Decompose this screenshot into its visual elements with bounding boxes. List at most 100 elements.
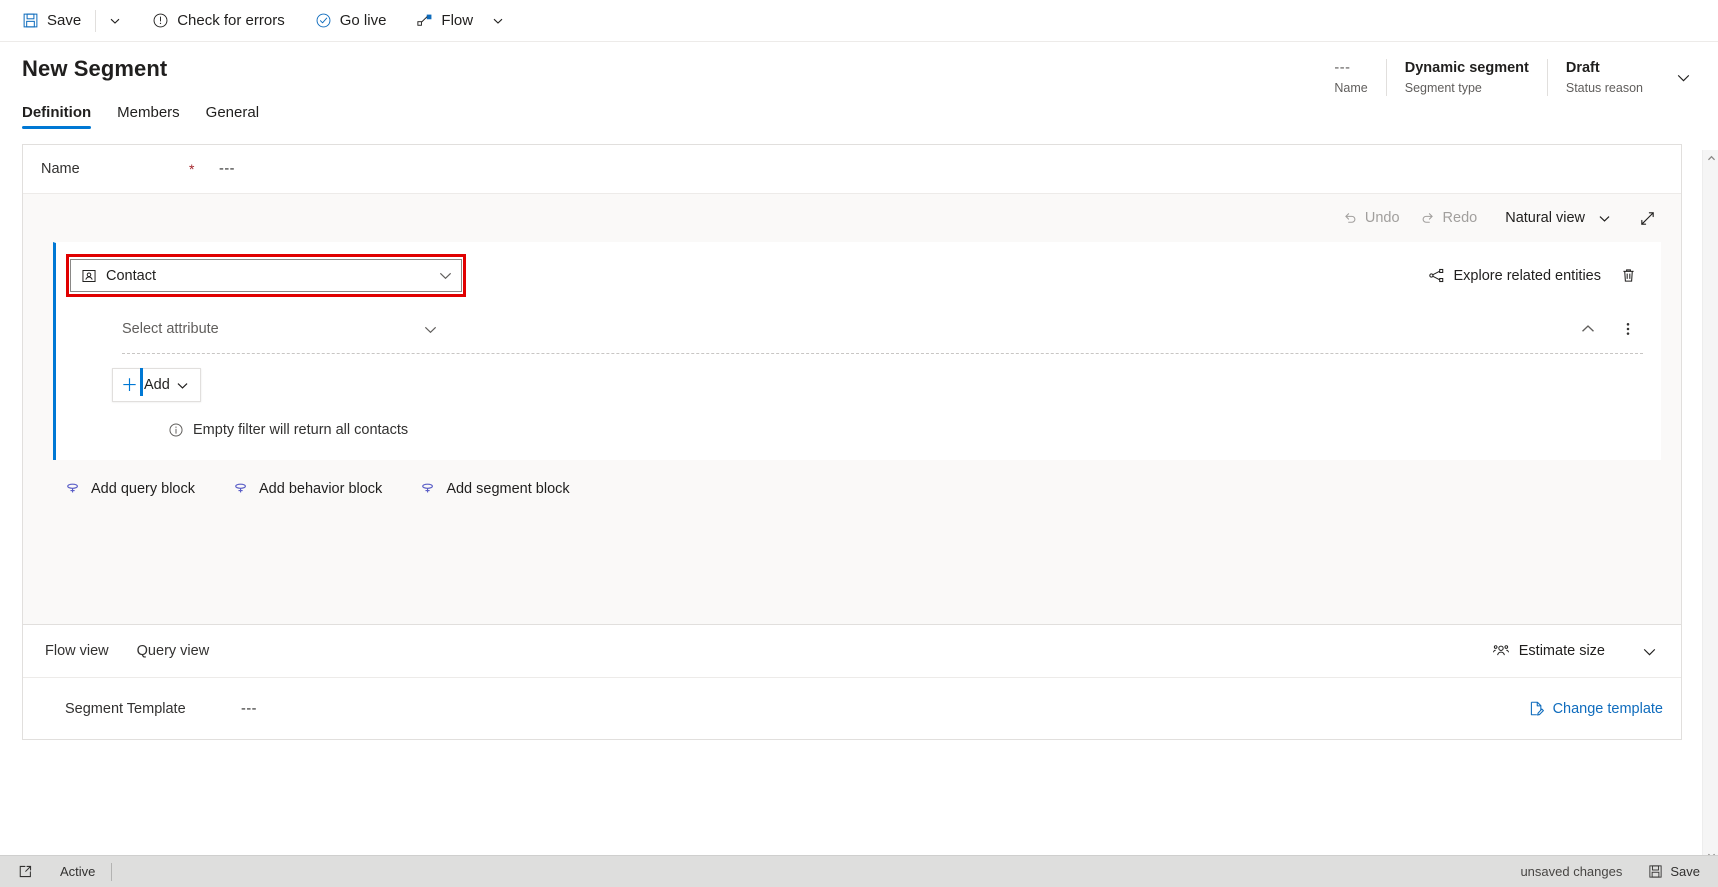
contact-entity-icon (81, 268, 97, 284)
save-icon (22, 12, 39, 29)
segment-editor-page: Save Check for errors Go live Flow New S… (0, 0, 1718, 887)
chevron-down-icon (438, 268, 453, 283)
tab-members[interactable]: Members (117, 104, 180, 129)
add-segment-block-button[interactable]: Add segment block (420, 480, 570, 497)
name-field-row: Name * --- (23, 145, 1681, 194)
flow-view-tab[interactable]: Flow view (45, 643, 109, 659)
chevron-down-icon (1598, 212, 1611, 225)
header-segment-type-value: Dynamic segment (1404, 60, 1529, 76)
status-bar: Active unsaved changes Save (0, 855, 1718, 887)
scroll-up-button[interactable] (1703, 150, 1718, 166)
command-bar: Save Check for errors Go live Flow (0, 0, 1718, 42)
estimate-size-button[interactable]: Estimate size (1486, 638, 1611, 664)
tab-definition[interactable]: Definition (22, 104, 92, 129)
view-mode-label: Natural view (1505, 210, 1585, 226)
header-field-status-reason: Draft Status reason (1546, 59, 1661, 96)
chevron-down-icon (176, 379, 189, 392)
save-button-label: Save (47, 12, 82, 29)
tab-strip: Definition Members General (0, 104, 1718, 140)
add-block-icon (420, 480, 437, 497)
redo-label: Redo (1442, 210, 1478, 226)
check-for-errors-button[interactable]: Check for errors (142, 1, 295, 41)
bottom-panel: Flow view Query view Estimate size Segme… (23, 624, 1681, 739)
entity-select[interactable]: Contact (70, 259, 462, 292)
command-bar-separator (95, 9, 97, 32)
status-bar-divider (111, 862, 113, 881)
vertical-scrollbar[interactable] (1702, 150, 1718, 863)
chevron-down-icon (1675, 69, 1692, 86)
segment-template-value: --- (241, 700, 257, 717)
name-field-label: Name (41, 161, 80, 177)
segment-template-row: Segment Template --- Change template (23, 677, 1681, 739)
status-bar-left: Active (10, 860, 113, 884)
redo-button[interactable]: Redo (1412, 202, 1486, 234)
empty-filter-hint-text: Empty filter will return all contacts (193, 422, 409, 438)
save-options-caret[interactable] (100, 1, 130, 41)
query-block-actions: Explore related entities (1422, 261, 1644, 291)
add-block-links: Add query block Add behavior block Add s… (23, 460, 1681, 497)
add-query-block-button[interactable]: Add query block (65, 480, 195, 497)
save-button[interactable]: Save (12, 1, 91, 41)
add-block-icon (233, 480, 250, 497)
name-field-value[interactable]: --- (219, 161, 235, 177)
people-icon (1492, 642, 1510, 660)
tab-general[interactable]: General (206, 104, 259, 129)
status-bar-save-button[interactable]: Save (1644, 864, 1704, 879)
record-state-label: Active (60, 864, 96, 879)
expand-canvas-button[interactable] (1631, 202, 1663, 234)
required-indicator: * (189, 161, 195, 177)
header-summary: --- Name Dynamic segment Segment type Dr… (1316, 56, 1698, 96)
chevron-down-icon (423, 322, 438, 337)
flow-button[interactable]: Flow (406, 1, 483, 41)
go-live-button[interactable]: Go live (305, 1, 397, 41)
change-template-button[interactable]: Change template (1528, 700, 1663, 717)
page-title: New Segment (22, 56, 168, 81)
flow-options-caret[interactable] (483, 1, 513, 41)
collapse-attribute-button[interactable] (1573, 314, 1603, 344)
add-condition-zone: ＋ Add Empty filter will return all conta… (56, 368, 1661, 438)
chevron-up-icon (1580, 321, 1596, 337)
add-condition-button[interactable]: ＋ Add (112, 368, 201, 402)
edit-page-icon (1528, 700, 1545, 717)
view-switch-row: Flow view Query view Estimate size (23, 625, 1681, 677)
status-bar-right: unsaved changes Save (1520, 864, 1704, 879)
add-behavior-block-button[interactable]: Add behavior block (233, 480, 382, 497)
segment-template-label: Segment Template (65, 700, 186, 717)
exclamation-circle-icon (152, 12, 169, 29)
chevron-up-icon (1707, 155, 1715, 160)
definition-body: Name * --- Undo Redo Natural view Contac… (0, 140, 1718, 740)
delete-query-block-button[interactable] (1613, 261, 1643, 291)
attribute-row-actions (1573, 314, 1643, 344)
query-view-tab[interactable]: Query view (137, 643, 210, 659)
change-template-label: Change template (1552, 700, 1663, 717)
undo-icon (1342, 210, 1358, 226)
flow-icon (416, 12, 433, 29)
attribute-divider (122, 353, 1643, 354)
popout-icon (18, 864, 33, 879)
header-name-value: --- (1334, 60, 1351, 76)
chevron-down-icon (492, 15, 504, 27)
query-block: Contact Explore related entities Select … (53, 242, 1661, 460)
go-live-label: Go live (339, 12, 387, 29)
undo-label: Undo (1364, 210, 1400, 226)
attribute-more-options-button[interactable] (1613, 314, 1643, 344)
entity-select-value: Contact (106, 267, 156, 284)
add-block-icon (65, 480, 82, 497)
add-segment-block-label: Add segment block (446, 480, 570, 497)
check-for-errors-label: Check for errors (177, 12, 285, 29)
estimate-size-caret[interactable] (1631, 636, 1667, 666)
header-expand-button[interactable] (1661, 59, 1698, 96)
trash-icon (1620, 267, 1637, 284)
undo-button[interactable]: Undo (1334, 202, 1408, 234)
attribute-select[interactable]: Select attribute (122, 314, 438, 344)
status-bar-save-label: Save (1670, 864, 1700, 879)
explore-related-entities-button[interactable]: Explore related entities (1422, 263, 1608, 288)
header-status-reason-value: Draft (1565, 60, 1600, 76)
view-mode-selector[interactable]: Natural view (1497, 202, 1619, 234)
redo-icon (1420, 210, 1436, 226)
popout-button[interactable] (10, 860, 40, 884)
attribute-select-placeholder: Select attribute (122, 321, 219, 337)
plus-icon: ＋ (121, 375, 138, 395)
estimate-size-label: Estimate size (1518, 643, 1605, 659)
check-circle-icon (315, 12, 332, 29)
